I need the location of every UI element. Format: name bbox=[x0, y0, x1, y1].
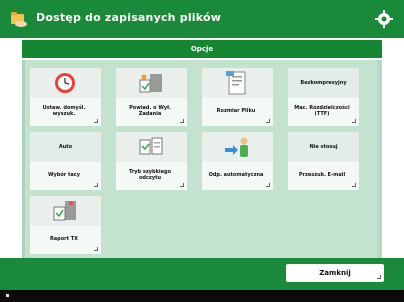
tile-email-search[interactable]: Nie stosuj Przeszuk. E-mail bbox=[288, 132, 359, 190]
person-arrow-icon bbox=[225, 137, 248, 157]
tile-corner bbox=[266, 183, 270, 187]
close-button-label: Zamknij bbox=[319, 269, 351, 277]
tile-corner bbox=[94, 247, 98, 251]
tile-label: Mac. Rozdzielczości (TTF) bbox=[294, 105, 350, 117]
tile-icon-area bbox=[202, 68, 273, 98]
tile-label: Odp. automatyczna bbox=[208, 172, 264, 178]
page-title: Dostęp do zapisanych plików bbox=[36, 11, 222, 24]
tile-icon-area bbox=[116, 132, 187, 162]
tile-auto-reply[interactable]: Odp. automatyczna bbox=[202, 132, 273, 190]
tile-file-size[interactable]: Rozmiar Pliku bbox=[202, 68, 273, 126]
tile-current-value: Auto bbox=[30, 132, 101, 162]
folder-hand-icon bbox=[11, 12, 27, 27]
tile-label: Raport TX bbox=[49, 236, 79, 242]
tile-icon-area bbox=[202, 132, 273, 162]
document-size-icon bbox=[226, 71, 246, 95]
close-button[interactable]: Zamknij bbox=[286, 264, 384, 282]
tile-current-value: Nie stosuj bbox=[288, 132, 359, 162]
tile-job-notify[interactable]: Powiad. o Wył. Zadania bbox=[116, 68, 187, 126]
status-indicator bbox=[6, 294, 9, 297]
gear-icon[interactable] bbox=[374, 9, 394, 29]
options-panel: Ustaw. domyśl. wyszuk. Powiad. o Wył. Za… bbox=[22, 60, 382, 258]
tile-current-value: Bezkompresyjny bbox=[288, 68, 359, 98]
app-window: Dostęp do zapisanych plików Opcje Ustaw.… bbox=[0, 0, 404, 302]
tile-label: Przeszuk. E-mail bbox=[298, 172, 346, 178]
notify-printer-icon bbox=[139, 74, 162, 93]
tile-corner bbox=[94, 183, 98, 187]
title-bar: Dostęp do zapisanych plików bbox=[0, 0, 404, 38]
tile-icon-area bbox=[30, 68, 101, 98]
scrollbar[interactable] bbox=[377, 60, 382, 258]
tile-corner bbox=[266, 119, 270, 123]
tile-corner bbox=[352, 183, 356, 187]
tile-label: Wybór tacy bbox=[48, 172, 80, 178]
tile-tray-select[interactable]: Auto Wybór tacy bbox=[30, 132, 101, 190]
report-printer-icon bbox=[53, 201, 76, 221]
tile-label: Powiad. o Wył. Zadania bbox=[129, 105, 171, 117]
tile-corner bbox=[94, 119, 98, 123]
tile-corner bbox=[180, 119, 184, 123]
tile-fast-scan[interactable]: Tryb szybkiego odczytu bbox=[116, 132, 187, 190]
panel-edge bbox=[22, 60, 25, 258]
scan-pages-icon bbox=[139, 137, 163, 155]
tile-max-resolution[interactable]: Bezkompresyjny Mac. Rozdzielczości (TTF) bbox=[288, 68, 359, 126]
tile-corner bbox=[352, 119, 356, 123]
tile-icon-area bbox=[116, 68, 187, 98]
close-button-corner bbox=[377, 275, 381, 279]
tile-label: Ustaw. domyśl. wyszuk. bbox=[42, 105, 86, 117]
options-header: Opcje bbox=[22, 40, 382, 58]
tile-label: Rozmiar Pliku bbox=[216, 108, 256, 114]
tile-default-search[interactable]: Ustaw. domyśl. wyszuk. bbox=[30, 68, 101, 126]
tile-corner bbox=[180, 183, 184, 187]
clock-icon bbox=[55, 73, 75, 93]
status-bar bbox=[0, 290, 404, 302]
tile-tx-report[interactable]: Raport TX bbox=[30, 196, 101, 254]
tile-label: Tryb szybkiego odczytu bbox=[128, 169, 172, 181]
tile-icon-area bbox=[30, 196, 101, 226]
